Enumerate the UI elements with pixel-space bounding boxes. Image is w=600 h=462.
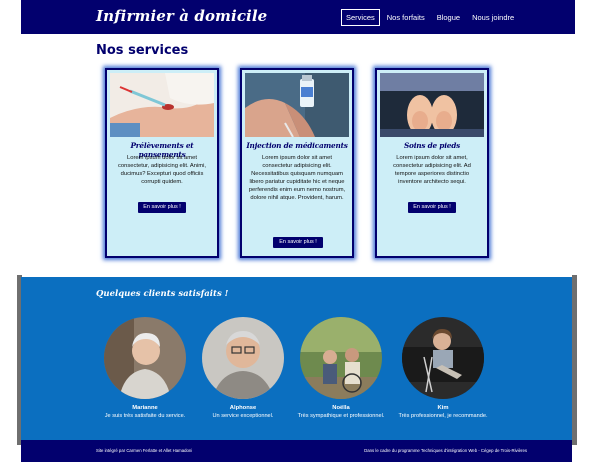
site-footer: Site intégré par Carmen Ferlatte et Alle… (21, 440, 572, 462)
client-quote: Très sympathique et professionnel. (297, 413, 385, 419)
client-name: Marianne (132, 405, 158, 411)
main-nav: Services Nos forfaits Blogue Nous joindr… (341, 9, 521, 26)
service-card: Prélèvements et pansements Lorem ipsum d… (105, 68, 219, 258)
client-name: Kim (437, 405, 449, 411)
nav-forfaits[interactable]: Nos forfaits (382, 9, 430, 26)
feet-photo (380, 73, 484, 137)
service-card-button[interactable]: En savoir plus ! (138, 202, 186, 213)
service-card-button[interactable]: En savoir plus ! (273, 237, 323, 248)
client-photo (202, 317, 284, 399)
client-testimonial: Kim Très professionnel, je recommande. (393, 317, 493, 419)
client-testimonial: Noëlla Très sympathique et professionnel… (291, 317, 391, 419)
service-card: Injection de médicaments Lorem ipsum dol… (240, 68, 354, 258)
client-photo (300, 317, 382, 399)
client-quote: Je suis très satisfaite du service. (104, 413, 186, 419)
nav-services[interactable]: Services (341, 9, 380, 26)
footer-program: Dans le cadre du programme Techniques d'… (364, 448, 527, 453)
services-title: Nos services (96, 43, 189, 58)
blood-draw-photo (110, 73, 214, 137)
nav-blogue[interactable]: Blogue (432, 9, 465, 26)
site-brand[interactable]: Infirmier à domicile (96, 7, 267, 25)
service-card-text: Lorem ipsum dolor sit amet consectetur a… (248, 155, 346, 201)
client-photo (104, 317, 186, 399)
medication-vial-photo (245, 73, 349, 137)
client-quote: Un service exceptionnel. (212, 413, 274, 419)
client-quote: Très professionnel, je recommande. (398, 413, 488, 419)
client-photo (402, 317, 484, 399)
client-name: Noëlla (332, 405, 350, 411)
service-card-button[interactable]: En savoir plus ! (408, 202, 456, 213)
right-edge-shadow (572, 275, 577, 445)
services-cards: Prélèvements et pansements Lorem ipsum d… (105, 68, 495, 258)
client-name: Alphonse (229, 405, 257, 411)
client-testimonial: Alphonse Un service exceptionnel. (193, 317, 293, 419)
service-card: Soins de pieds Lorem ipsum dolor sit ame… (375, 68, 489, 258)
service-card-title: Injection de médicaments (246, 141, 348, 150)
client-testimonial: Marianne Je suis très satisfaite du serv… (95, 317, 195, 419)
service-card-text: Lorem ipsum dolor sit amet, consectetur … (393, 155, 471, 185)
clients-section: Quelques clients satisfaits ! Marianne J… (21, 277, 572, 440)
service-card-title: Soins de pieds (403, 141, 461, 150)
nav-nous-joindre[interactable]: Nous joindre (467, 9, 519, 26)
footer-credits: Site intégré par Carmen Ferlatte et Alle… (96, 448, 193, 453)
clients-title: Quelques clients satisfaits ! (96, 289, 229, 299)
service-card-text: Lorem ipsum dolor sit amet consectetur, … (118, 155, 206, 185)
site-header: Infirmier à domicile Services Nos forfai… (21, 0, 575, 34)
